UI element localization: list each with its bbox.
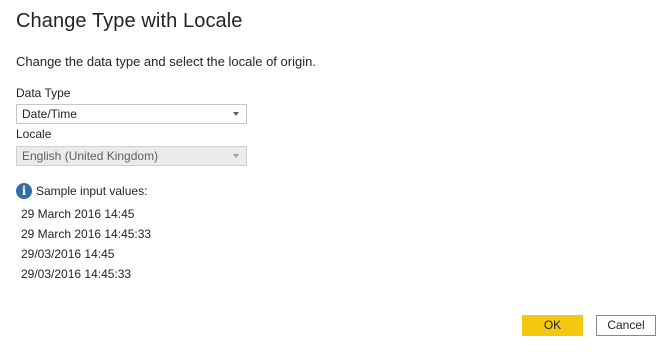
locale-selected-value: English (United Kingdom) <box>22 149 159 163</box>
sample-values-list: 29 March 2016 14:45 29 March 2016 14:45:… <box>21 207 151 287</box>
chevron-down-icon <box>233 112 239 116</box>
list-item: 29 March 2016 14:45 <box>21 207 135 221</box>
dialog-description: Change the data type and select the loca… <box>16 54 316 69</box>
data-type-label: Data Type <box>16 86 71 100</box>
ok-button[interactable]: OK <box>522 315 583 336</box>
info-icon: i <box>16 182 32 199</box>
sample-values-header: i Sample input values: <box>16 182 147 199</box>
cancel-button[interactable]: Cancel <box>596 315 656 336</box>
list-item: 29/03/2016 14:45 <box>21 247 115 261</box>
locale-label: Locale <box>16 127 52 141</box>
dialog-title: Change Type with Locale <box>16 10 243 32</box>
list-item: 29/03/2016 14:45:33 <box>21 267 132 281</box>
data-type-selected-value: Date/Time <box>22 107 77 121</box>
locale-dropdown[interactable]: English (United Kingdom) <box>16 146 247 166</box>
change-type-with-locale-dialog: Change Type with Locale Change the data … <box>0 0 666 363</box>
chevron-down-icon <box>233 154 239 158</box>
sample-values-header-label: Sample input values: <box>36 183 148 198</box>
data-type-dropdown[interactable]: Date/Time <box>16 104 247 124</box>
list-item: 29 March 2016 14:45:33 <box>21 227 152 241</box>
